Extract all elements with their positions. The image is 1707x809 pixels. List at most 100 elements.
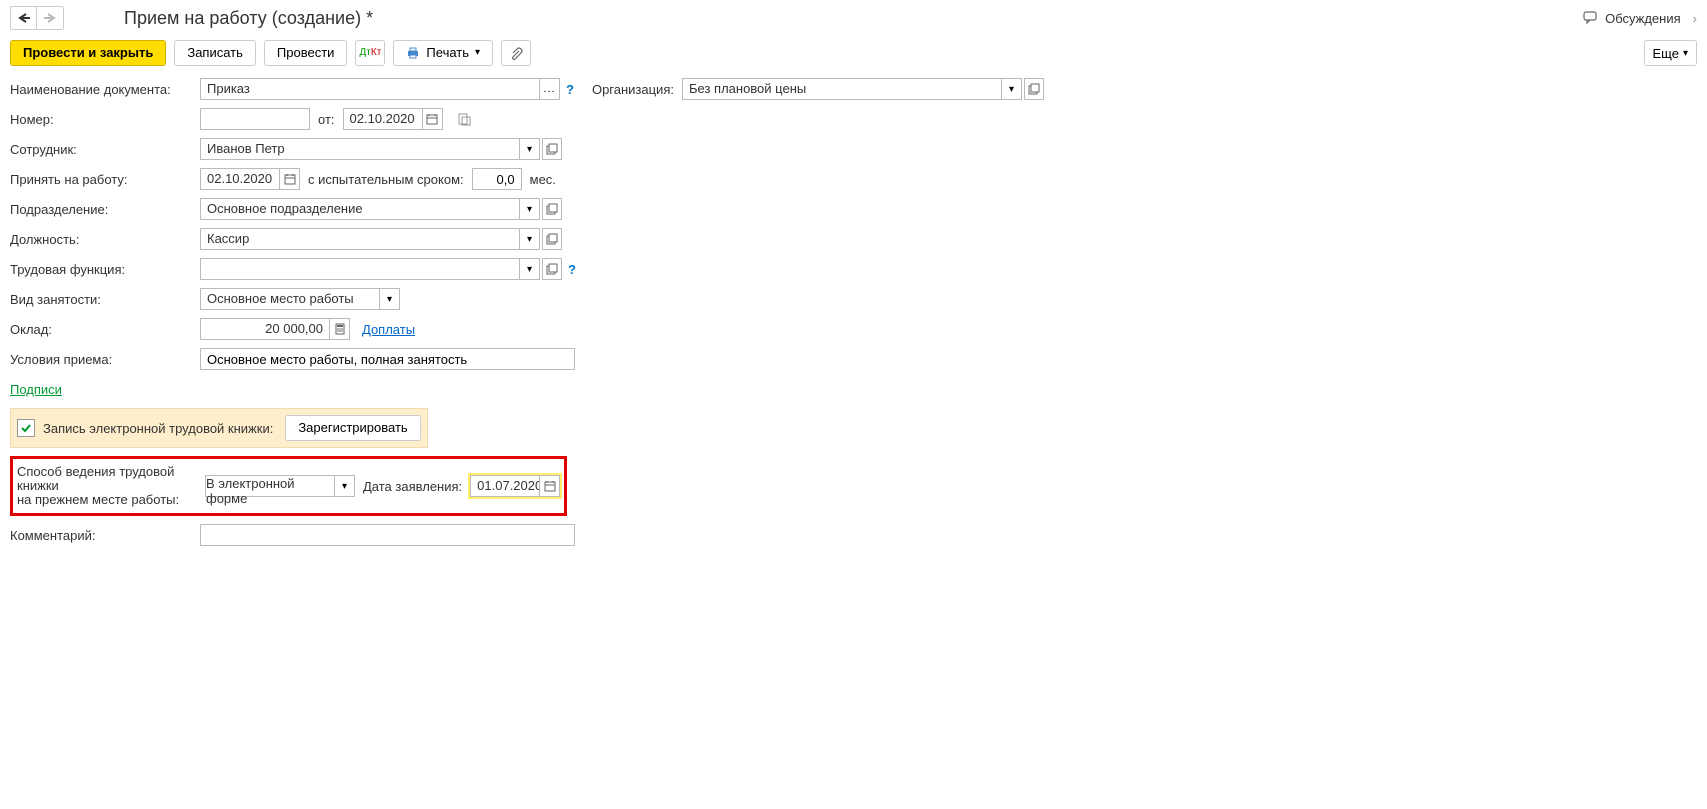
calendar-button[interactable] — [422, 109, 442, 129]
more-button[interactable]: Еще ▾ — [1644, 40, 1697, 66]
date-value: 02.10.2020 — [344, 109, 422, 129]
organization-value: Без плановой цены — [683, 79, 1001, 99]
calculator-icon — [334, 323, 346, 335]
probation-input[interactable] — [472, 168, 522, 190]
from-label: от: — [318, 112, 335, 127]
comment-input[interactable] — [200, 524, 575, 546]
dropdown-button[interactable]: ▾ — [334, 476, 354, 496]
print-button[interactable]: Печать ▾ — [393, 40, 493, 66]
months-label: мес. — [530, 172, 556, 187]
dropdown-button[interactable]: ▾ — [519, 259, 539, 279]
number-label: Номер: — [10, 112, 200, 127]
calendar-button[interactable] — [279, 169, 299, 189]
department-label: Подразделение: — [10, 202, 200, 217]
salary-input[interactable]: 20 000,00 — [200, 318, 350, 340]
employment-type-input[interactable]: Основное место работы ▾ — [200, 288, 400, 310]
calendar-button[interactable] — [539, 476, 559, 496]
calculator-button[interactable] — [329, 319, 349, 339]
paperclip-icon — [509, 46, 523, 60]
salary-label: Оклад: — [10, 322, 200, 337]
organization-input[interactable]: Без плановой цены ▾ — [682, 78, 1022, 100]
back-button[interactable] — [11, 7, 37, 29]
doc-status-icon[interactable] — [457, 112, 473, 126]
forward-button[interactable] — [37, 7, 63, 29]
more-label: Еще — [1653, 46, 1679, 61]
discussions-label[interactable]: Обсуждения — [1605, 11, 1681, 26]
ellipsis-button[interactable]: ... — [539, 79, 559, 99]
employment-type-label: Вид занятости: — [10, 292, 200, 307]
employee-input[interactable]: Иванов Петр ▾ — [200, 138, 540, 160]
register-button[interactable]: Зарегистрировать — [285, 415, 420, 441]
e-workbook-label: Запись электронной трудовой книжки: — [43, 421, 273, 436]
dropdown-button[interactable]: ▾ — [519, 199, 539, 219]
doc-name-input[interactable]: Приказ ... — [200, 78, 560, 100]
header-left: Прием на работу (создание) * — [10, 6, 373, 30]
salary-row: Оклад: 20 000,00 Доплаты — [10, 318, 1697, 340]
date-input[interactable]: 02.10.2020 — [343, 108, 443, 130]
toolbar-left: Провести и закрыть Записать Провести ДтК… — [10, 40, 531, 66]
open-icon — [546, 233, 558, 245]
conditions-input[interactable] — [200, 348, 575, 370]
doc-name-label: Наименование документа: — [10, 82, 200, 97]
chevron-down-icon: ▾ — [475, 45, 480, 61]
write-button[interactable]: Записать — [174, 40, 256, 66]
open-button[interactable] — [542, 258, 562, 280]
dropdown-button[interactable]: ▾ — [519, 229, 539, 249]
department-input[interactable]: Основное подразделение ▾ — [200, 198, 540, 220]
salary-value: 20 000,00 — [201, 319, 329, 339]
app-date-input[interactable]: 01.07.2020 — [470, 475, 560, 497]
page-title: Прием на работу (создание) * — [124, 8, 373, 29]
position-label: Должность: — [10, 232, 200, 247]
hire-date-value: 02.10.2020 — [201, 169, 279, 189]
labor-function-value — [201, 259, 519, 279]
labor-function-label: Трудовая функция: — [10, 262, 200, 277]
open-button[interactable] — [1024, 78, 1044, 100]
signatures-row: Подписи — [10, 378, 1697, 400]
open-button[interactable] — [542, 198, 562, 220]
position-value: Кассир — [201, 229, 519, 249]
surcharges-link[interactable]: Доплаты — [362, 322, 415, 337]
hire-date-row: Принять на работу: 02.10.2020 с испытате… — [10, 168, 1697, 190]
dtkt-button[interactable]: ДтКт — [355, 40, 385, 66]
chevron-down-icon: ▾ — [1683, 48, 1688, 59]
open-icon — [546, 203, 558, 215]
post-button[interactable]: Провести — [264, 40, 348, 66]
labor-function-input[interactable]: ▾ — [200, 258, 540, 280]
post-close-button[interactable]: Провести и закрыть — [10, 40, 166, 66]
check-icon — [20, 422, 32, 434]
open-button[interactable] — [542, 138, 562, 160]
open-button[interactable] — [542, 228, 562, 250]
department-value: Основное подразделение — [201, 199, 519, 219]
nav-buttons — [10, 6, 64, 30]
hire-date-label: Принять на работу: — [10, 172, 200, 187]
department-row: Подразделение: Основное подразделение ▾ — [10, 198, 1697, 220]
header: Прием на работу (создание) * Обсуждения … — [0, 0, 1707, 36]
hire-date-input[interactable]: 02.10.2020 — [200, 168, 300, 190]
comment-label: Комментарий: — [10, 528, 200, 543]
doc-name-value: Приказ — [201, 79, 539, 99]
open-icon — [1028, 83, 1040, 95]
number-input[interactable] — [200, 108, 310, 130]
position-input[interactable]: Кассир ▾ — [200, 228, 540, 250]
number-row: Номер: от: 02.10.2020 — [10, 108, 1697, 130]
header-right: Обсуждения › — [1583, 11, 1697, 26]
comment-row: Комментарий: — [10, 524, 1697, 546]
toolbar: Провести и закрыть Записать Провести ДтК… — [0, 36, 1707, 78]
workbook-method-row: Способ ведения трудовой книжки на прежне… — [10, 456, 567, 516]
dropdown-button[interactable]: ▾ — [1001, 79, 1021, 99]
printer-icon — [406, 46, 420, 60]
dropdown-button[interactable]: ▾ — [379, 289, 399, 309]
help-icon[interactable]: ? — [566, 82, 574, 97]
app-date-label: Дата заявления: — [363, 479, 462, 494]
doc-name-row: Наименование документа: Приказ ... ? Орг… — [10, 78, 1697, 100]
dropdown-button[interactable]: ▾ — [519, 139, 539, 159]
probation-label: с испытательным сроком: — [308, 172, 464, 187]
help-icon[interactable]: ? — [568, 262, 576, 277]
discussions-icon[interactable] — [1583, 11, 1599, 25]
attachment-button[interactable] — [501, 40, 531, 66]
employee-label: Сотрудник: — [10, 142, 200, 157]
signatures-link[interactable]: Подписи — [10, 382, 62, 397]
e-workbook-checkbox[interactable] — [17, 419, 35, 437]
workbook-method-input[interactable]: В электронной форме ▾ — [205, 475, 355, 497]
calendar-icon — [284, 173, 296, 185]
